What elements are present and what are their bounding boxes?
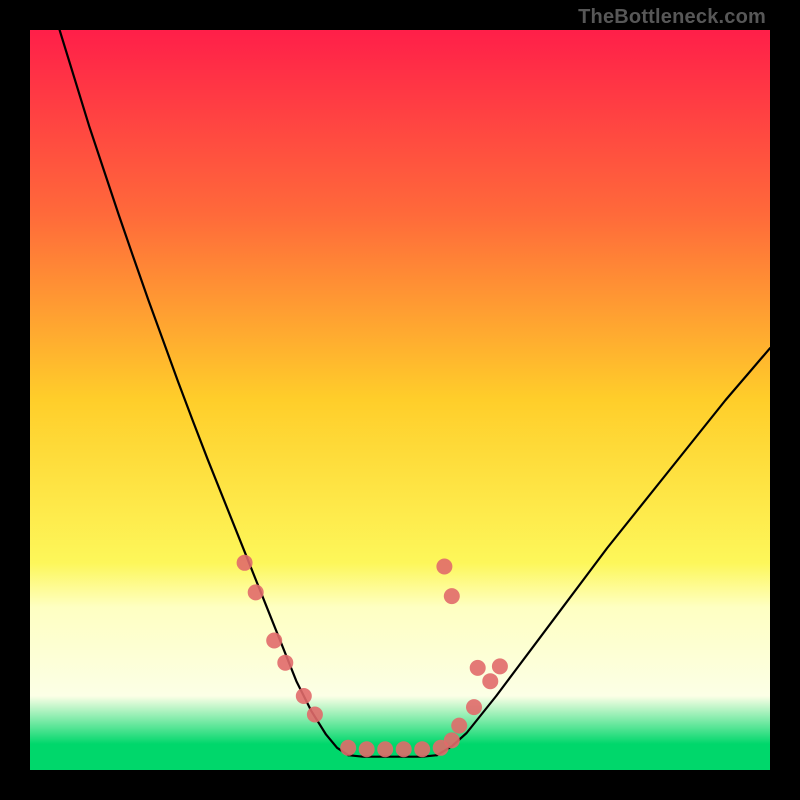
marker-dot — [436, 559, 452, 575]
marker-dot — [470, 660, 486, 676]
marker-dot — [482, 673, 498, 689]
gradient-background — [30, 30, 770, 770]
marker-dot — [296, 688, 312, 704]
marker-dot — [377, 741, 393, 757]
marker-dot — [237, 555, 253, 571]
marker-dot — [340, 740, 356, 756]
marker-dot — [414, 741, 430, 757]
watermark-label: TheBottleneck.com — [578, 6, 766, 29]
marker-dot — [396, 741, 412, 757]
chart-frame: TheBottleneck.com — [0, 0, 800, 800]
marker-dot — [307, 707, 323, 723]
marker-dot — [444, 732, 460, 748]
marker-dot — [492, 658, 508, 674]
marker-dot — [444, 588, 460, 604]
chart-svg — [30, 30, 770, 770]
marker-dot — [466, 699, 482, 715]
marker-dot — [359, 741, 375, 757]
marker-dot — [266, 633, 282, 649]
marker-dot — [248, 584, 264, 600]
plot-area — [30, 30, 770, 770]
marker-dot — [277, 655, 293, 671]
marker-dot — [451, 718, 467, 734]
